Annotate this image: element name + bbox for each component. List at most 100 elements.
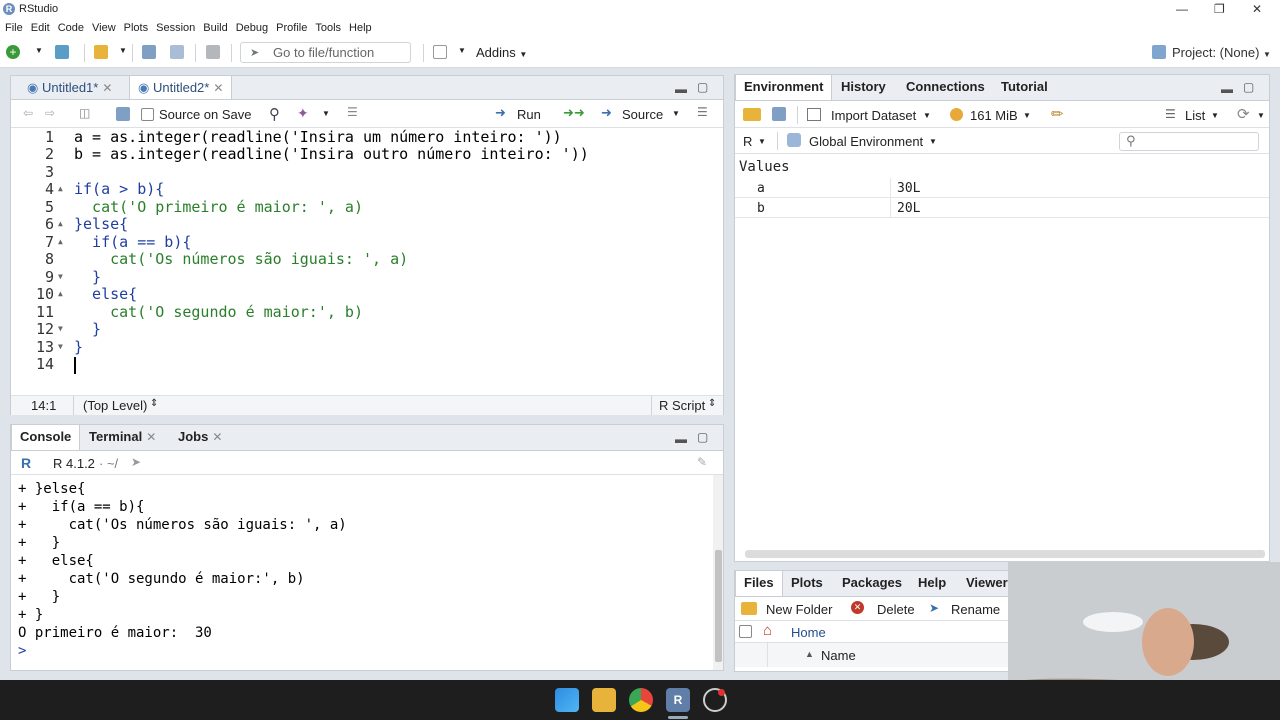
chevron-down-icon[interactable]: ▼ — [322, 109, 330, 118]
print-icon[interactable] — [206, 45, 220, 59]
new-project-icon[interactable] — [55, 45, 69, 59]
tab-terminal[interactable]: Terminal ✕ — [81, 425, 164, 450]
show-in-window-icon[interactable]: ◫ — [79, 106, 90, 120]
rstudio-taskbar-icon[interactable]: R — [666, 688, 690, 712]
language-selector[interactable]: R — [743, 134, 752, 149]
memory-usage-label[interactable]: 161 MiB — [970, 108, 1018, 123]
fold-icon[interactable]: ▲ — [58, 237, 63, 246]
close-tab-icon[interactable]: ✕ — [213, 81, 223, 95]
chevron-down-icon[interactable]: ▼ — [672, 109, 680, 118]
menu-debug[interactable]: Debug — [236, 20, 268, 37]
menu-edit[interactable]: Edit — [31, 20, 50, 37]
delete-button[interactable]: Delete — [877, 602, 915, 617]
maximize-pane-icon[interactable]: ▢ — [697, 430, 708, 444]
tab-history[interactable]: History — [833, 75, 894, 100]
save-icon[interactable] — [142, 45, 156, 59]
forward-arrow-icon[interactable]: ⇨ — [45, 106, 55, 120]
menu-view[interactable]: View — [92, 20, 116, 37]
minimize-pane-icon[interactable]: ▬ — [1221, 82, 1233, 96]
chevron-down-icon[interactable]: ▼ — [1257, 111, 1265, 120]
variable-row[interactable]: a 30L — [735, 178, 1269, 198]
compile-report-icon[interactable]: ☰ — [347, 105, 358, 119]
tab-files[interactable]: Files — [735, 571, 783, 596]
tab-tutorial[interactable]: Tutorial — [993, 75, 1056, 100]
close-tab-icon[interactable]: ✕ — [146, 430, 156, 444]
close-tab-icon[interactable]: ✕ — [102, 81, 112, 95]
console-output[interactable]: + }else{ + if(a == b){ + cat('Os números… — [11, 475, 711, 670]
name-column-header[interactable]: Name — [821, 648, 856, 663]
maximize-pane-icon[interactable]: ▢ — [697, 80, 708, 94]
file-type-selector[interactable]: R Script — [659, 398, 705, 413]
chevron-down-icon[interactable]: ▼ — [458, 46, 466, 55]
menu-code[interactable]: Code — [58, 20, 84, 37]
fold-icon[interactable]: ▼ — [58, 324, 63, 333]
minimize-icon[interactable]: — — [1176, 2, 1188, 16]
windows-start-icon[interactable] — [555, 688, 579, 712]
close-tab-icon[interactable]: ✕ — [212, 430, 222, 444]
maximize-icon[interactable]: ❐ — [1214, 2, 1225, 16]
project-menu[interactable]: Project: (None) ▼ — [1172, 45, 1271, 60]
minimize-pane-icon[interactable]: ▬ — [675, 432, 687, 446]
file-explorer-icon[interactable] — [592, 688, 616, 712]
addins-menu[interactable]: Addins ▼ — [476, 45, 527, 60]
menu-session[interactable]: Session — [156, 20, 195, 37]
tab-untitled1[interactable]: ◉ Untitled1* ✕ — [19, 76, 120, 99]
tab-jobs[interactable]: Jobs ✕ — [170, 425, 230, 450]
select-all-checkbox[interactable] — [739, 625, 752, 638]
magic-wand-icon[interactable]: ✦ — [297, 105, 309, 122]
console-scrollbar-thumb[interactable] — [715, 550, 722, 662]
menu-file[interactable]: File — [5, 20, 23, 37]
menu-plots[interactable]: Plots — [124, 20, 148, 37]
scope-selector[interactable]: (Top Level) — [83, 398, 147, 413]
chevron-down-icon[interactable]: ▼ — [1023, 111, 1031, 120]
tab-help[interactable]: Help — [910, 571, 954, 596]
tab-environment[interactable]: Environment — [735, 75, 833, 100]
close-icon[interactable]: ✕ — [1252, 2, 1262, 16]
menu-build[interactable]: Build — [203, 20, 227, 37]
menu-tools[interactable]: Tools — [315, 20, 341, 37]
goto-directory-icon[interactable]: ➤ — [131, 455, 141, 469]
chrome-icon[interactable] — [629, 688, 653, 712]
environment-scrollbar[interactable] — [745, 550, 1265, 558]
tab-console[interactable]: Console — [11, 425, 81, 450]
run-button[interactable]: Run — [517, 107, 541, 122]
tab-packages[interactable]: Packages — [834, 571, 910, 596]
chevron-down-icon[interactable]: ▼ — [929, 137, 937, 146]
tab-connections[interactable]: Connections — [898, 75, 993, 100]
import-dataset-button[interactable]: Import Dataset — [831, 108, 916, 123]
new-file-icon[interactable]: + — [6, 45, 20, 59]
new-folder-button[interactable]: New Folder — [766, 602, 832, 617]
source-on-save-checkbox[interactable] — [141, 108, 154, 121]
menu-help[interactable]: Help — [349, 20, 372, 37]
search-icon[interactable]: ⚲ — [269, 105, 280, 123]
working-directory[interactable]: · ~/ — [99, 456, 118, 471]
refresh-icon[interactable]: ⟳ — [1237, 105, 1250, 123]
global-environment-selector[interactable]: Global Environment — [809, 134, 923, 149]
variable-row[interactable]: b 20L — [735, 198, 1269, 218]
save-workspace-icon[interactable] — [772, 107, 786, 121]
outline-icon[interactable]: ☰ — [697, 105, 708, 119]
home-link[interactable]: Home — [791, 625, 826, 640]
code-area[interactable]: 1 a = as.integer(readline('Insira um núm… — [11, 128, 723, 396]
back-arrow-icon[interactable]: ⇦ — [23, 106, 33, 120]
chevron-down-icon[interactable]: ▼ — [35, 46, 43, 55]
minimize-pane-icon[interactable]: ▬ — [675, 82, 687, 96]
chevron-down-icon[interactable]: ▼ — [758, 137, 766, 146]
broom-icon[interactable]: ✏ — [1051, 105, 1064, 123]
load-workspace-icon[interactable] — [743, 108, 761, 121]
open-folder-icon[interactable] — [94, 45, 108, 59]
environment-search-input[interactable] — [1119, 132, 1259, 151]
fold-icon[interactable]: ▼ — [58, 272, 63, 281]
save-icon[interactable] — [116, 107, 130, 121]
fold-icon[interactable]: ▼ — [58, 342, 63, 351]
fold-icon[interactable]: ▲ — [58, 289, 63, 298]
chevron-down-icon[interactable]: ▼ — [1211, 111, 1219, 120]
source-button[interactable]: Source — [622, 107, 663, 122]
save-all-icon[interactable] — [170, 45, 184, 59]
view-mode-label[interactable]: List — [1185, 108, 1205, 123]
tab-untitled2[interactable]: ◉ Untitled2* ✕ — [129, 76, 233, 99]
clear-console-icon[interactable]: ✎ — [697, 455, 707, 469]
chevron-down-icon[interactable]: ▼ — [119, 46, 127, 55]
fold-icon[interactable]: ▲ — [58, 219, 63, 228]
tab-plots[interactable]: Plots — [783, 571, 831, 596]
